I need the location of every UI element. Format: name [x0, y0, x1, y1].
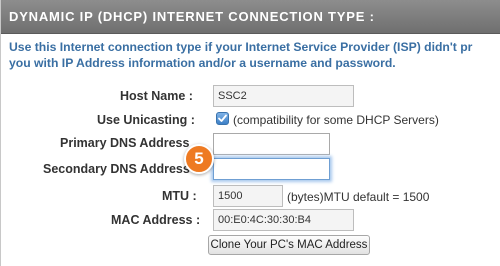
mac-address-input[interactable] — [213, 209, 354, 231]
host-name-label: Host Name : — [120, 89, 193, 103]
host-name-input[interactable] — [213, 85, 354, 107]
checkmark-icon — [218, 114, 227, 122]
description-line-1: Use this Internet connection type if you… — [9, 40, 473, 54]
step-number-badge: 5 — [184, 144, 214, 174]
secondary-dns-label: Secondary DNS Address — [43, 162, 190, 176]
description-line-2: you with IP Address information and/or a… — [9, 56, 396, 70]
section-description: Use this Internet connection type if you… — [9, 39, 497, 71]
use-unicasting-note: (compatibility for some DHCP Servers) — [233, 113, 439, 127]
settings-panel: DYNAMIC IP (DHCP) INTERNET CONNECTION TY… — [0, 0, 500, 266]
secondary-dns-input[interactable] — [213, 158, 330, 180]
primary-dns-label: Primary DNS Address — [60, 136, 190, 150]
mtu-input[interactable] — [213, 185, 283, 207]
primary-dns-input[interactable] — [213, 133, 330, 155]
mac-address-label: MAC Address : — [111, 213, 201, 227]
mtu-note: (bytes)MTU default = 1500 — [287, 190, 430, 204]
clone-mac-address-button[interactable]: Clone Your PC's MAC Address — [208, 235, 370, 255]
use-unicasting-checkbox[interactable] — [216, 112, 229, 125]
section-title: DYNAMIC IP (DHCP) INTERNET CONNECTION TY… — [9, 9, 375, 24]
section-header: DYNAMIC IP (DHCP) INTERNET CONNECTION TY… — [1, 0, 500, 34]
use-unicasting-label: Use Unicasting : — [97, 113, 195, 127]
mtu-label: MTU : — [162, 189, 197, 203]
